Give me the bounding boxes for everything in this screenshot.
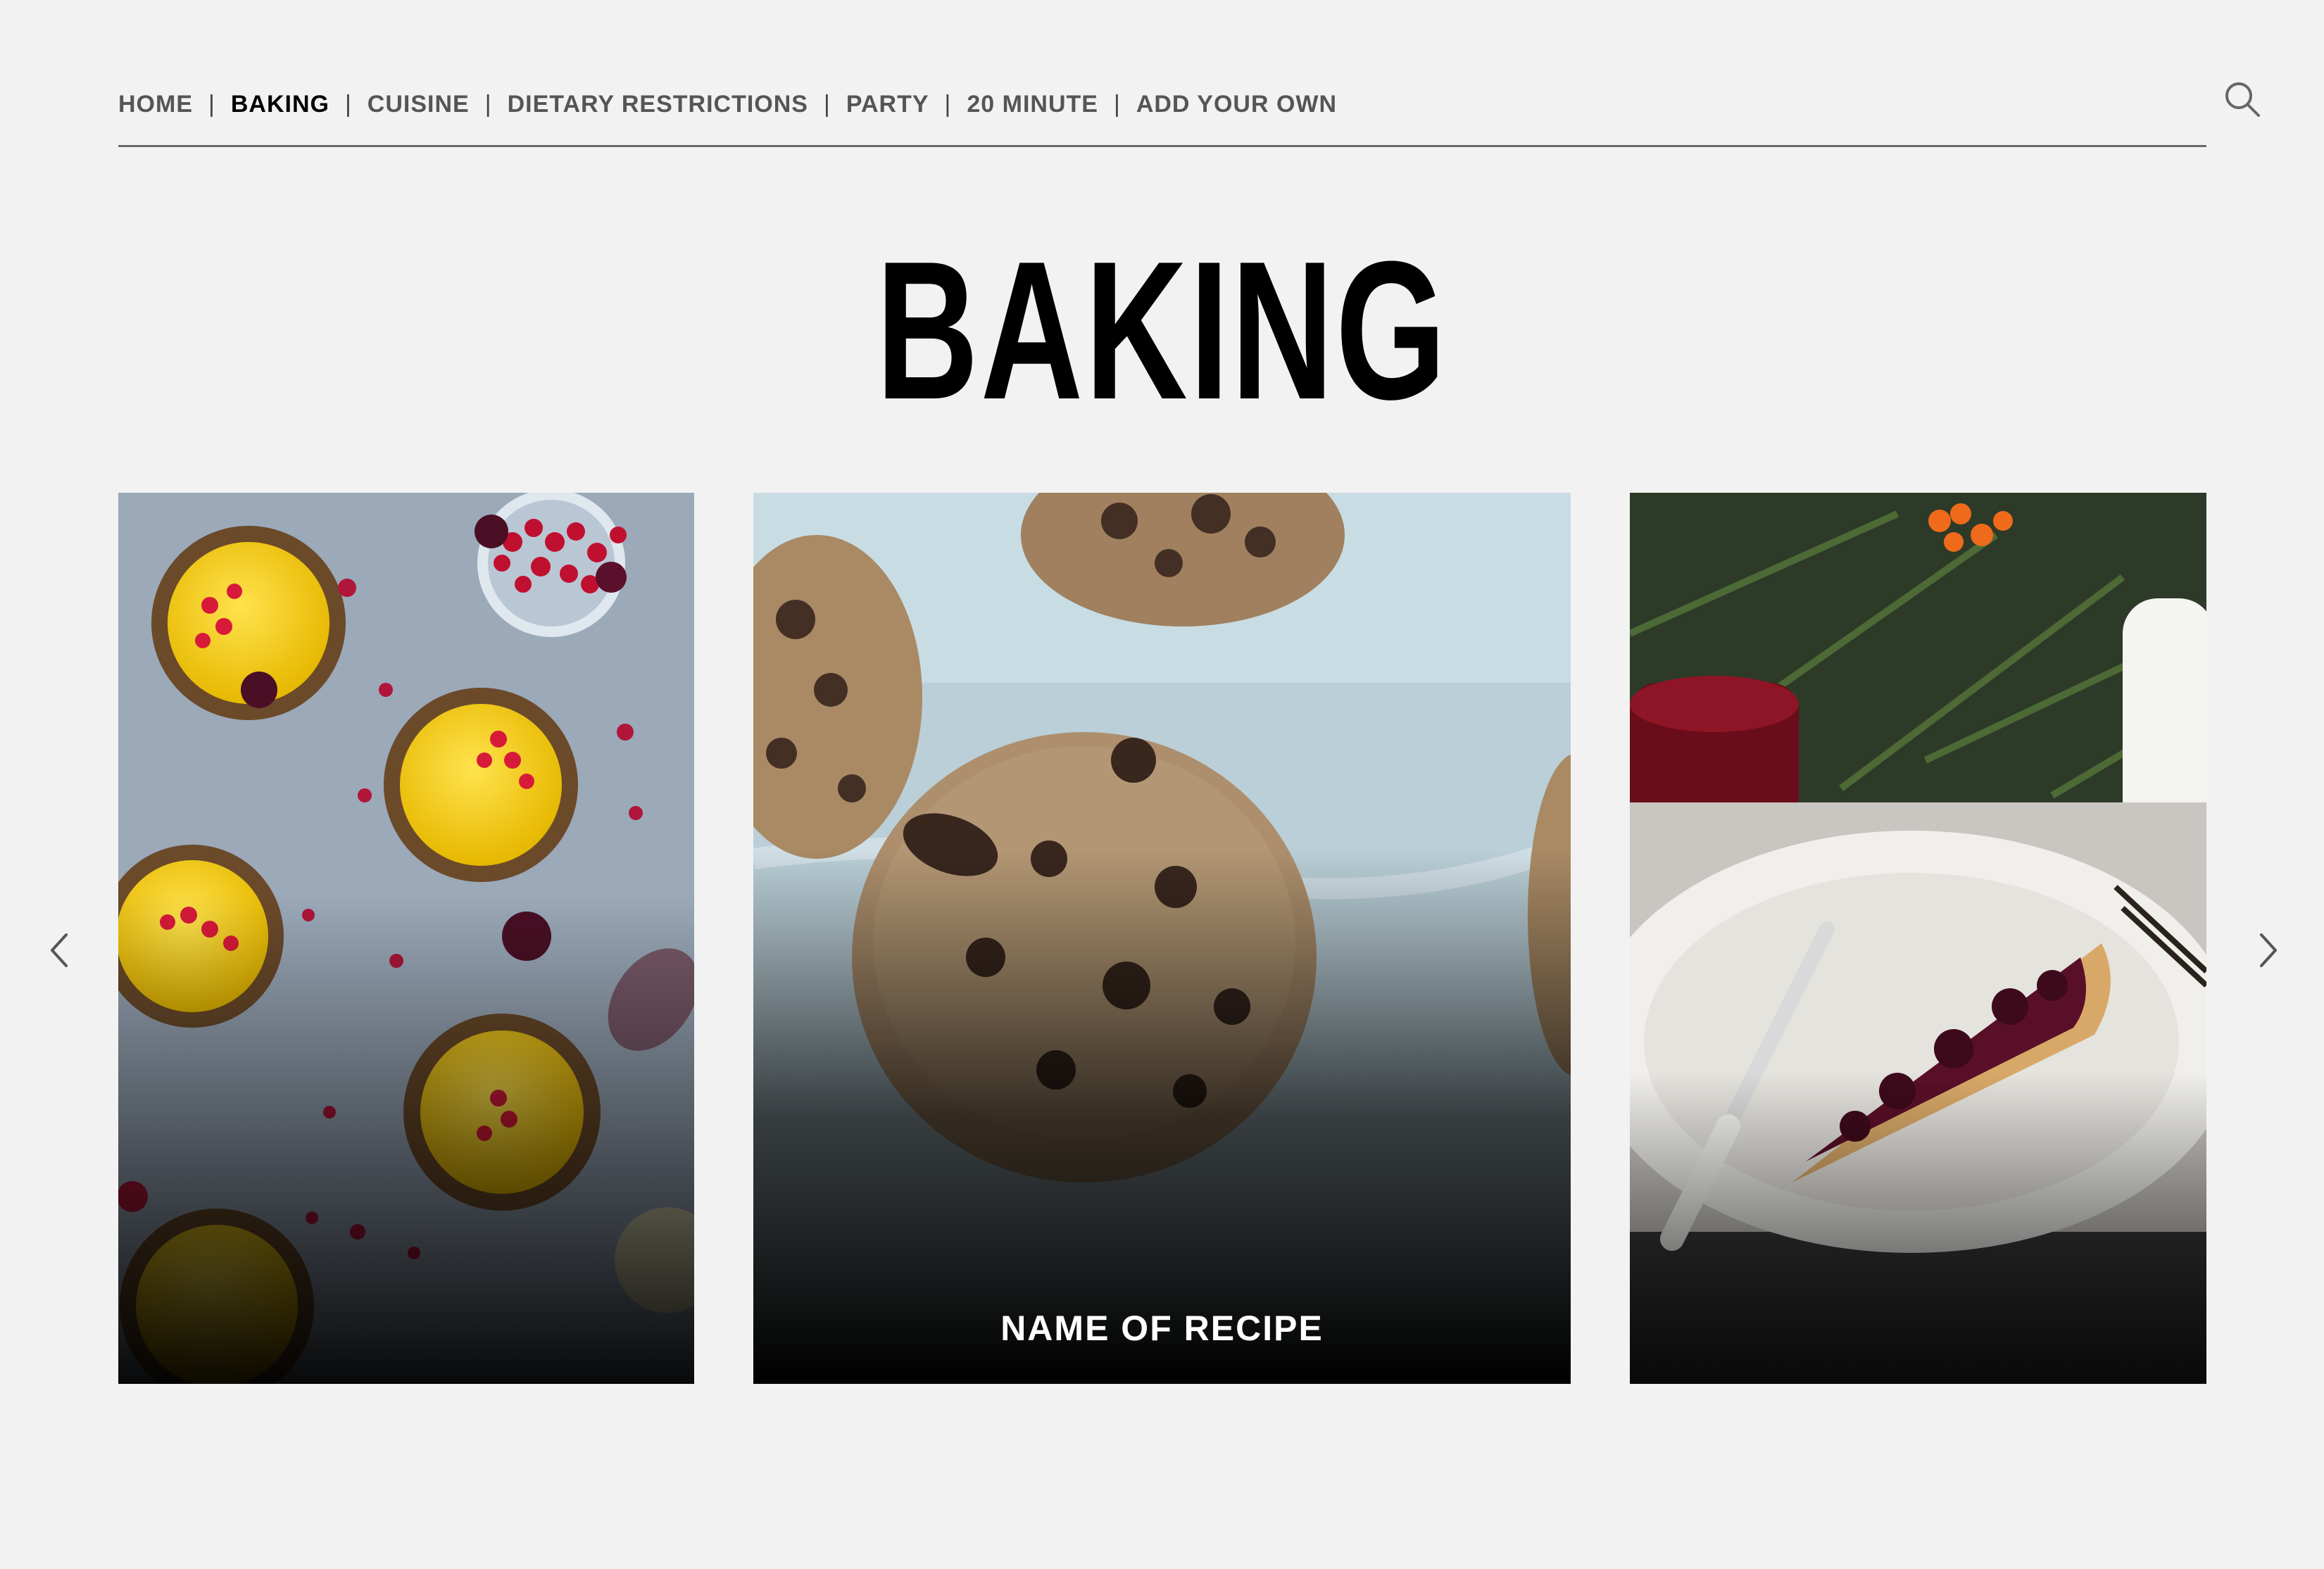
page-title: BAKING [876,221,1448,441]
card-gradient-overlay [1630,1071,2206,1384]
recipe-card-featured[interactable]: NAME OF RECIPE [753,493,1571,1384]
nav-separator: | [344,90,352,118]
card-gradient-overlay [753,849,1571,1384]
page: HOME | BAKING | CUISINE | DIETARY RESTRI… [0,0,2324,1569]
nav-separator: | [944,90,952,118]
chevron-left-icon [51,933,68,967]
card-gradient-overlay [118,893,694,1384]
top-nav: HOME | BAKING | CUISINE | DIETARY RESTRI… [118,82,2264,125]
carousel-next-button[interactable] [2246,929,2288,971]
nav-item-dietary-restrictions[interactable]: DIETARY RESTRICTIONS [508,91,808,118]
carousel-prev-button[interactable] [39,929,82,971]
nav-separator: | [484,90,492,118]
recipe-name: NAME OF RECIPE [1000,1309,1324,1348]
recipe-card[interactable] [1630,493,2206,1384]
nav-divider [118,145,2206,147]
nav-item-home[interactable]: HOME [118,91,193,118]
nav-item-add-your-own[interactable]: ADD YOUR OWN [1136,91,1337,118]
search-icon [2225,82,2260,117]
nav-item-baking[interactable]: BAKING [231,91,329,118]
nav-item-cuisine[interactable]: CUISINE [368,91,470,118]
chevron-right-icon [2260,933,2277,967]
nav-separator: | [823,90,831,118]
recipe-card[interactable] [118,493,694,1384]
nav-separator: | [208,90,215,118]
nav-separator: | [1113,90,1121,118]
search-button[interactable] [2221,77,2264,121]
nav-item-party[interactable]: PARTY [846,91,929,118]
nav-list: HOME | BAKING | CUISINE | DIETARY RESTRI… [118,91,1337,118]
nav-item-20-minute[interactable]: 20 MINUTE [967,91,1098,118]
